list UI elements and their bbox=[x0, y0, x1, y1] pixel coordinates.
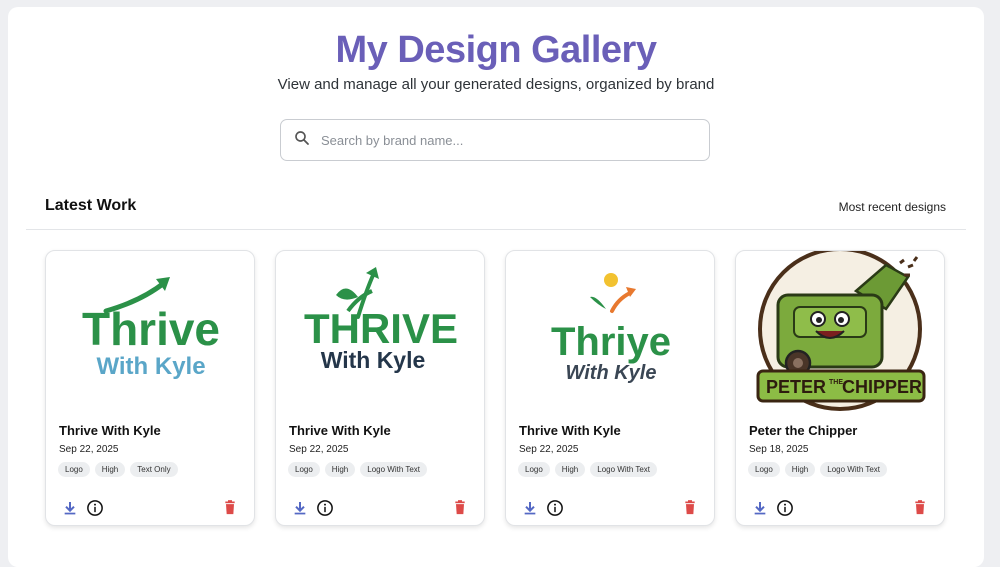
download-icon[interactable] bbox=[292, 500, 308, 516]
logo-line3: CHIPPER bbox=[842, 377, 922, 397]
card-actions bbox=[292, 499, 334, 517]
logo-line1: Thrive bbox=[82, 303, 220, 355]
logo-line2: With Kyle bbox=[321, 347, 426, 373]
section-divider bbox=[26, 229, 966, 230]
card-title: Peter the Chipper bbox=[749, 423, 858, 438]
search-box[interactable] bbox=[280, 119, 710, 161]
tag-quality: High bbox=[94, 462, 126, 477]
logo-line1: Thriye bbox=[551, 320, 671, 364]
card-date: Sep 22, 2025 bbox=[59, 444, 119, 455]
tag-style: Logo With Text bbox=[360, 462, 428, 477]
card-date: Sep 18, 2025 bbox=[749, 444, 809, 455]
download-icon[interactable] bbox=[62, 500, 78, 516]
card-actions bbox=[522, 499, 564, 517]
download-icon[interactable] bbox=[522, 500, 538, 516]
card-actions bbox=[752, 499, 794, 517]
page-subtitle: View and manage all your generated desig… bbox=[277, 76, 715, 93]
info-icon[interactable] bbox=[546, 499, 564, 517]
card-title: Thrive With Kyle bbox=[59, 423, 161, 438]
section-title: Latest Work bbox=[45, 197, 137, 214]
design-card[interactable]: Thrive With Kyle Thrive With Kyle Sep 22… bbox=[45, 250, 255, 526]
tag-quality: High bbox=[554, 462, 586, 477]
logo-line1: PETER bbox=[766, 377, 826, 397]
card-tags: Logo High Logo With Text bbox=[288, 462, 428, 477]
card-date: Sep 22, 2025 bbox=[519, 444, 579, 455]
trash-icon[interactable] bbox=[222, 499, 238, 521]
page-title: My Design Gallery bbox=[335, 29, 657, 71]
info-icon[interactable] bbox=[776, 499, 794, 517]
design-thumbnail: Thrive With Kyle bbox=[82, 277, 220, 380]
search-input[interactable] bbox=[319, 131, 683, 149]
info-icon[interactable] bbox=[316, 499, 334, 517]
card-title: Thrive With Kyle bbox=[519, 423, 621, 438]
card-date: Sep 22, 2025 bbox=[289, 444, 349, 455]
design-card[interactable]: PETER THE CHIPPER Peter the Chipper Sep … bbox=[735, 250, 945, 526]
card-actions bbox=[62, 499, 104, 517]
tag-quality: High bbox=[324, 462, 356, 477]
design-thumbnail: Thriye With Kyle bbox=[551, 273, 671, 384]
trash-icon[interactable] bbox=[452, 499, 468, 521]
trash-icon[interactable] bbox=[682, 499, 698, 521]
card-tags: Logo High Text Only bbox=[58, 462, 178, 477]
download-icon[interactable] bbox=[752, 500, 768, 516]
logo-line2: With Kyle bbox=[96, 353, 205, 380]
info-icon[interactable] bbox=[86, 499, 104, 517]
design-card[interactable]: THRIVE With Kyle Thrive With Kyle Sep 22… bbox=[275, 250, 485, 526]
logo-line1: THRIVE bbox=[304, 305, 458, 352]
tag-style: Logo With Text bbox=[590, 462, 658, 477]
tag-quality: High bbox=[784, 462, 816, 477]
section-subtitle: Most recent designs bbox=[838, 200, 946, 214]
card-tags: Logo High Logo With Text bbox=[518, 462, 658, 477]
logo-line2: With Kyle bbox=[566, 362, 657, 384]
tag-type: Logo bbox=[518, 462, 550, 477]
design-card[interactable]: Thriye With Kyle Thrive With Kyle Sep 22… bbox=[505, 250, 715, 526]
trash-icon[interactable] bbox=[912, 499, 928, 521]
tag-style: Logo With Text bbox=[820, 462, 888, 477]
tag-type: Logo bbox=[58, 462, 90, 477]
tag-style: Text Only bbox=[130, 462, 178, 477]
card-tags: Logo High Logo With Text bbox=[748, 462, 888, 477]
search-icon bbox=[293, 129, 311, 152]
card-title: Thrive With Kyle bbox=[289, 423, 391, 438]
tag-type: Logo bbox=[748, 462, 780, 477]
tag-type: Logo bbox=[288, 462, 320, 477]
design-thumbnail: PETER THE CHIPPER bbox=[756, 251, 926, 411]
gallery-panel: My Design Gallery View and manage all yo… bbox=[8, 7, 984, 567]
design-thumbnail: THRIVE With Kyle bbox=[304, 267, 458, 373]
